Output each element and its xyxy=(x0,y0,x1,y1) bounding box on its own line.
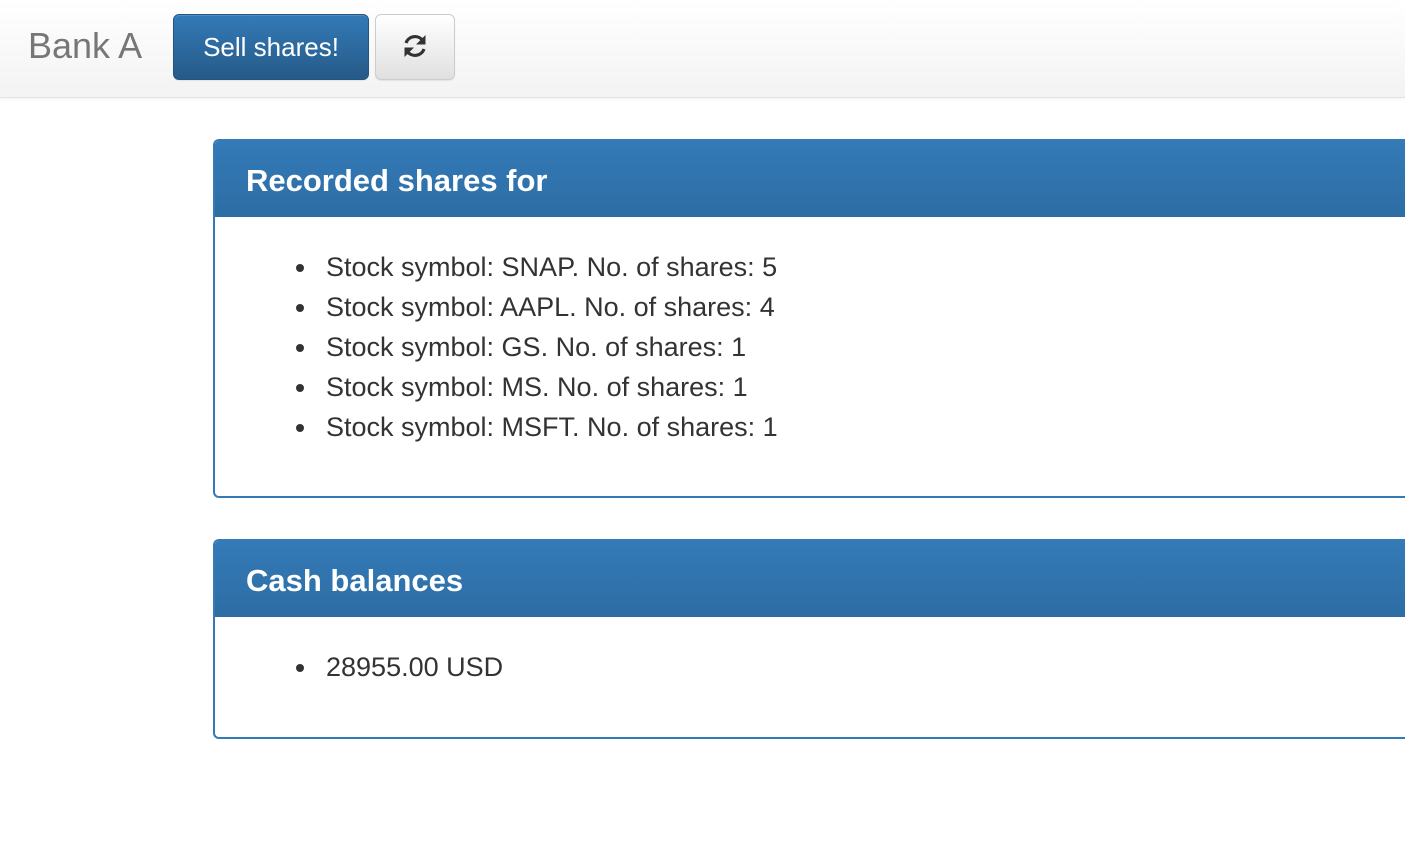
share-item-text: Stock symbol: MS. No. of shares: 1 xyxy=(326,372,748,402)
cash-list: 28955.00 USD xyxy=(215,647,1405,687)
cash-balance-text: 28955.00 USD xyxy=(326,652,504,682)
refresh-icon xyxy=(401,32,429,63)
shares-list: Stock symbol: SNAP. No. of shares: 5 Sto… xyxy=(215,247,1405,447)
share-item-text: Stock symbol: SNAP. No. of shares: 5 xyxy=(326,252,778,282)
navbar: Bank A Sell shares! xyxy=(0,0,1405,98)
share-item-text: Stock symbol: MSFT. No. of shares: 1 xyxy=(326,412,778,442)
panel-body: Stock symbol: SNAP. No. of shares: 5 Sto… xyxy=(215,217,1405,447)
list-item: Stock symbol: GS. No. of shares: 1 xyxy=(215,327,1405,367)
panel-body: 28955.00 USD xyxy=(215,617,1405,687)
cash-balances-panel: Cash balances 28955.00 USD xyxy=(213,539,1405,739)
panel-title: Recorded shares for xyxy=(215,141,1405,217)
recorded-shares-panel: Recorded shares for Stock symbol: SNAP. … xyxy=(213,139,1405,498)
list-item: Stock symbol: AAPL. No. of shares: 4 xyxy=(215,287,1405,327)
list-item: 28955.00 USD xyxy=(215,647,1405,687)
bullet xyxy=(296,384,304,392)
sell-shares-button[interactable]: Sell shares! xyxy=(173,14,369,80)
share-item-text: Stock symbol: GS. No. of shares: 1 xyxy=(326,332,747,362)
bullet xyxy=(296,424,304,432)
refresh-button[interactable] xyxy=(375,14,455,80)
bullet xyxy=(296,304,304,312)
panel-title: Cash balances xyxy=(215,541,1405,617)
bullet xyxy=(296,344,304,352)
bullet xyxy=(296,264,304,272)
bullet xyxy=(296,664,304,672)
list-item: Stock symbol: MS. No. of shares: 1 xyxy=(215,367,1405,407)
list-item: Stock symbol: SNAP. No. of shares: 5 xyxy=(215,247,1405,287)
list-item: Stock symbol: MSFT. No. of shares: 1 xyxy=(215,407,1405,447)
brand-title[interactable]: Bank A xyxy=(28,26,142,66)
share-item-text: Stock symbol: AAPL. No. of shares: 4 xyxy=(326,292,775,322)
